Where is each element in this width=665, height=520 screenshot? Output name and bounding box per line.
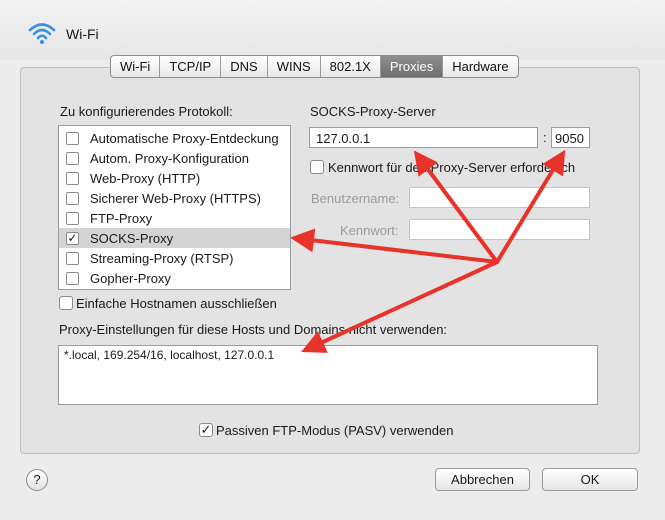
tab-proxies[interactable]: Proxies bbox=[380, 56, 444, 77]
tab-hardware[interactable]: Hardware bbox=[443, 56, 517, 77]
arrow-to-socks-proxy bbox=[290, 228, 499, 264]
arrow-to-host-field bbox=[413, 150, 499, 264]
tab-8021x[interactable]: 802.1X bbox=[321, 56, 381, 77]
arrow-to-bypass-list bbox=[301, 260, 499, 353]
tab-dns[interactable]: DNS bbox=[221, 56, 268, 77]
tab-bar: Wi-Fi TCP/IP DNS WINS 802.1X Proxies Har… bbox=[110, 55, 519, 78]
tab-wins[interactable]: WINS bbox=[268, 56, 321, 77]
annotation-arrows bbox=[290, 149, 566, 353]
tab-tcpip[interactable]: TCP/IP bbox=[160, 56, 222, 77]
tab-wifi[interactable]: Wi-Fi bbox=[111, 56, 161, 77]
arrow-to-port-field bbox=[495, 149, 566, 264]
